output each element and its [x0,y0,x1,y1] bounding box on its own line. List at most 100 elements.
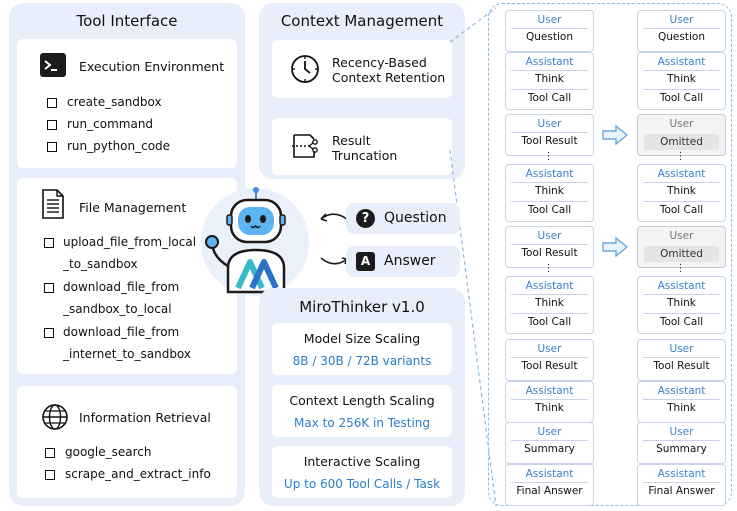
context-management-title: Context Management [280,12,444,30]
question-pill: ? Question [346,203,460,234]
message-role: Assistant [525,56,574,68]
checkbox [47,98,57,108]
question-label: Question [384,210,447,226]
clock-icon [291,55,319,83]
ellipsis-icon: ⋮ [543,263,554,274]
message-content: Tool Call [659,92,704,104]
message-divider [643,182,720,183]
message-role: Assistant [657,168,706,180]
message-divider [511,201,588,202]
message-role: User [669,230,694,242]
message-box-right-7: Assistant Think [637,381,726,423]
tool-interface-title: Tool Interface [76,12,178,30]
tool-create-sandbox: create_sandbox [67,95,162,109]
message-box-left-0: User Question [505,10,594,52]
message-content: Summary [656,443,707,455]
omitted-message-right-2: User Omitted [637,114,726,156]
model-size-card: Model Size Scaling 8B / 30B / 72B varian… [272,323,452,375]
information-retrieval-card: Information Retrieval google_search scra… [17,386,237,498]
message-divider [643,357,720,358]
message-content: Think [535,402,564,414]
result-line1: Result [332,133,371,148]
message-box-left-9: Assistant Final Answer [505,464,594,506]
message-divider [511,399,588,400]
omitted-message-right-4: User Omitted [637,226,726,268]
message-content: Think [667,185,696,197]
message-box-right-0: User Question [637,10,726,52]
interactive-scaling-card: Interactive Scaling Up to 600 Tool Calls… [272,446,452,498]
message-content: Tool Result [521,247,578,259]
message-role: Assistant [657,56,706,68]
message-box-left-7: Assistant Think [505,381,594,423]
transform-arrow-icon [602,124,629,146]
mirothinker-title: MiroThinker v1.0 [299,298,425,316]
answer-pill: A Answer [346,246,460,277]
ellipsis-icon: ⋮ [675,263,686,274]
message-divider [511,482,588,483]
interactive-scaling-title: Interactive Scaling [303,454,421,469]
execution-environment-card: Execution Environment create_sandbox run… [17,39,237,168]
message-box-left-3: Assistant Think Tool Call [505,164,594,222]
message-role: Assistant [525,385,574,397]
message-content: Final Answer [648,485,715,497]
message-role: User [537,118,562,130]
message-content: Omitted [644,134,719,150]
context-management-panel: Context Management Recency-Based Context… [259,3,465,179]
model-size-value: 8B / 30B / 72B variants [292,354,432,368]
message-role: User [669,118,694,130]
message-role: User [537,343,562,355]
message-divider [643,313,720,314]
tool-download-internet-line1: download_file_from [63,325,180,339]
recency-line2: Context Retention [332,70,446,85]
message-divider [643,294,720,295]
message-divider [511,313,588,314]
message-role: Assistant [657,280,706,292]
execution-environment-title: Execution Environment [79,59,225,74]
context-length-card: Context Length Scaling Max to 256K in Te… [272,385,452,437]
message-role: Assistant [525,468,574,480]
checkbox [47,142,57,152]
message-content: Think [667,297,696,309]
message-content: Question [658,31,705,43]
tool-download-local-line1: download_file_from [63,280,180,294]
message-content: Think [535,73,564,85]
message-role: User [537,14,562,26]
tool-download-local-line2: _sandbox_to_local [63,302,172,316]
message-content: Think [535,297,564,309]
question-mark-icon: ? [356,209,375,228]
message-content: Final Answer [516,485,583,497]
checkbox [44,328,54,338]
robot-mascot-icon [201,187,309,296]
message-role: User [669,426,694,438]
message-content: Omitted [644,246,719,262]
message-role: Assistant [525,280,574,292]
message-role: User [537,426,562,438]
message-divider [643,28,720,29]
mirothinker-panel: MiroThinker v1.0 Model Size Scaling 8B /… [259,288,465,506]
recency-line1: Recency-Based [332,55,427,70]
message-divider [511,357,588,358]
message-divider [643,201,720,202]
result-line2: Truncation [332,148,398,163]
answer-a-icon: A [356,252,375,271]
transform-arrow-icon [602,236,629,258]
tool-run-python-code: run_python_code [67,139,171,153]
message-divider [643,70,720,71]
message-content: Tool Result [653,360,710,372]
message-box-left-6: User Tool Result [505,339,594,381]
message-content: Think [667,402,696,414]
message-role: User [669,343,694,355]
message-divider [511,244,588,245]
checkbox [47,120,57,130]
message-role: Assistant [657,468,706,480]
message-role: User [669,14,694,26]
message-role: Assistant [657,385,706,397]
message-divider [643,440,720,441]
message-box-left-2: User Tool Result [505,114,594,156]
message-box-right-1: Assistant Think Tool Call [637,52,726,110]
tool-scrape-extract: scrape_and_extract_info [65,467,211,481]
message-content: Tool Result [521,360,578,372]
message-divider [511,294,588,295]
message-divider [511,132,588,133]
message-box-left-5: Assistant Think Tool Call [505,276,594,334]
